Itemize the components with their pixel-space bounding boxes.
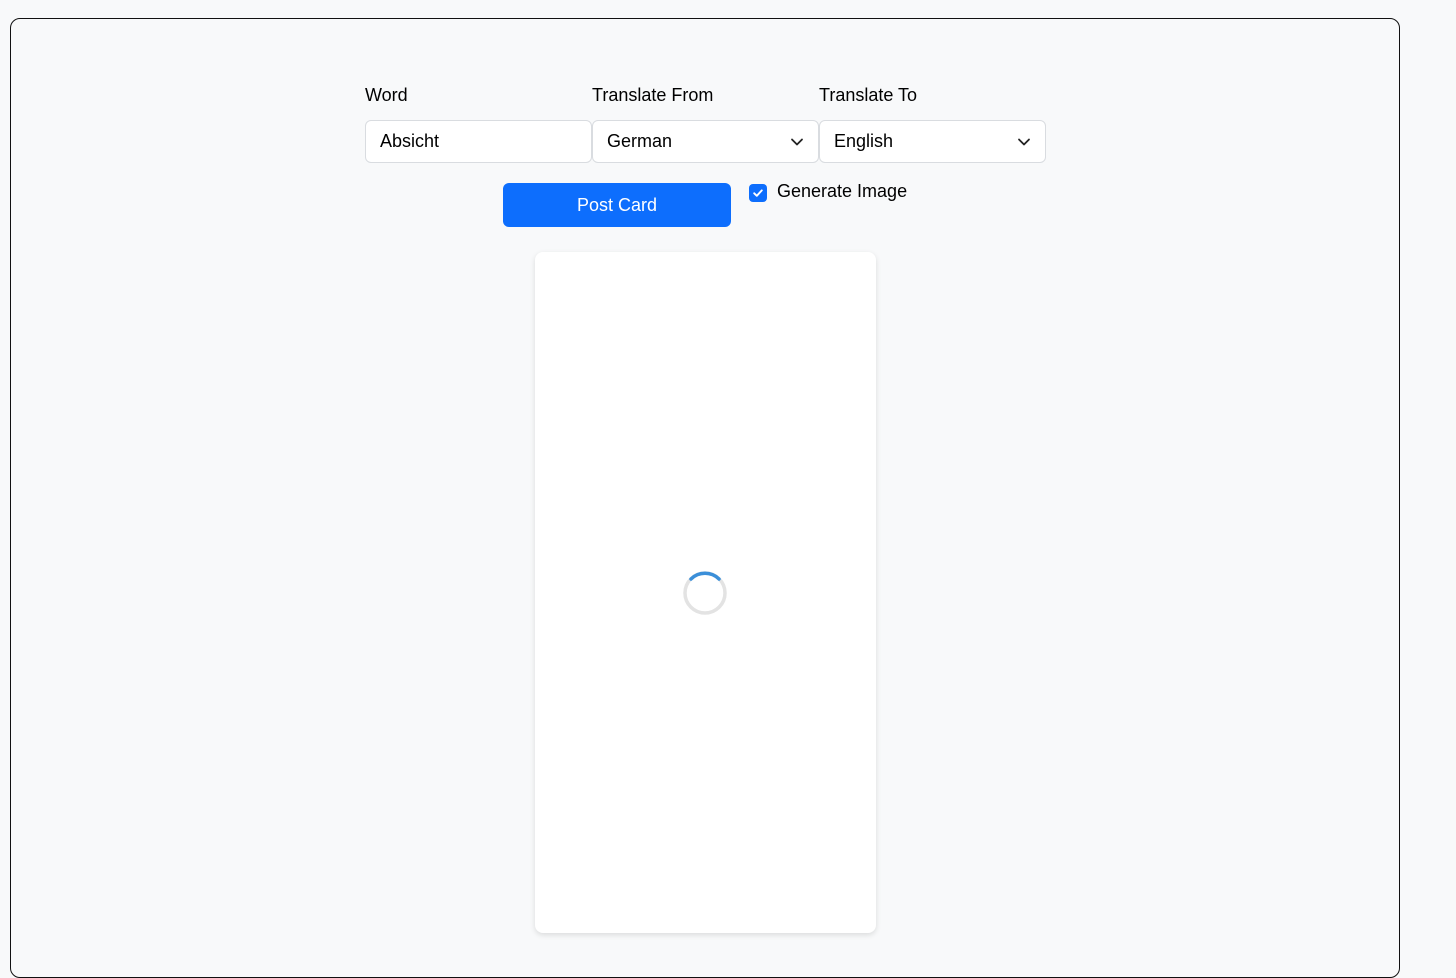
generate-image-option[interactable]: Generate Image — [749, 181, 907, 202]
translate-from-label: Translate From — [592, 85, 714, 105]
translate-to-label: Translate To — [819, 85, 918, 105]
word-label: Word — [365, 85, 408, 105]
word-input-value: Absicht — [380, 131, 440, 151]
generate-image-label: Generate Image — [777, 181, 908, 201]
translate-from-select[interactable]: German — [592, 120, 819, 163]
translate-from-value: German — [607, 131, 673, 151]
preview-card — [535, 252, 876, 933]
check-icon — [753, 188, 763, 197]
translate-to-select[interactable]: English — [819, 120, 1046, 163]
post-card-button[interactable]: Post Card — [503, 183, 731, 227]
translate-to-value: English — [834, 131, 894, 151]
spinner-icon — [683, 571, 727, 615]
chevron-down-icon — [1018, 138, 1030, 145]
generate-image-checkbox[interactable] — [749, 183, 767, 202]
word-input[interactable]: Absicht — [365, 120, 592, 163]
chevron-down-icon — [791, 138, 803, 145]
